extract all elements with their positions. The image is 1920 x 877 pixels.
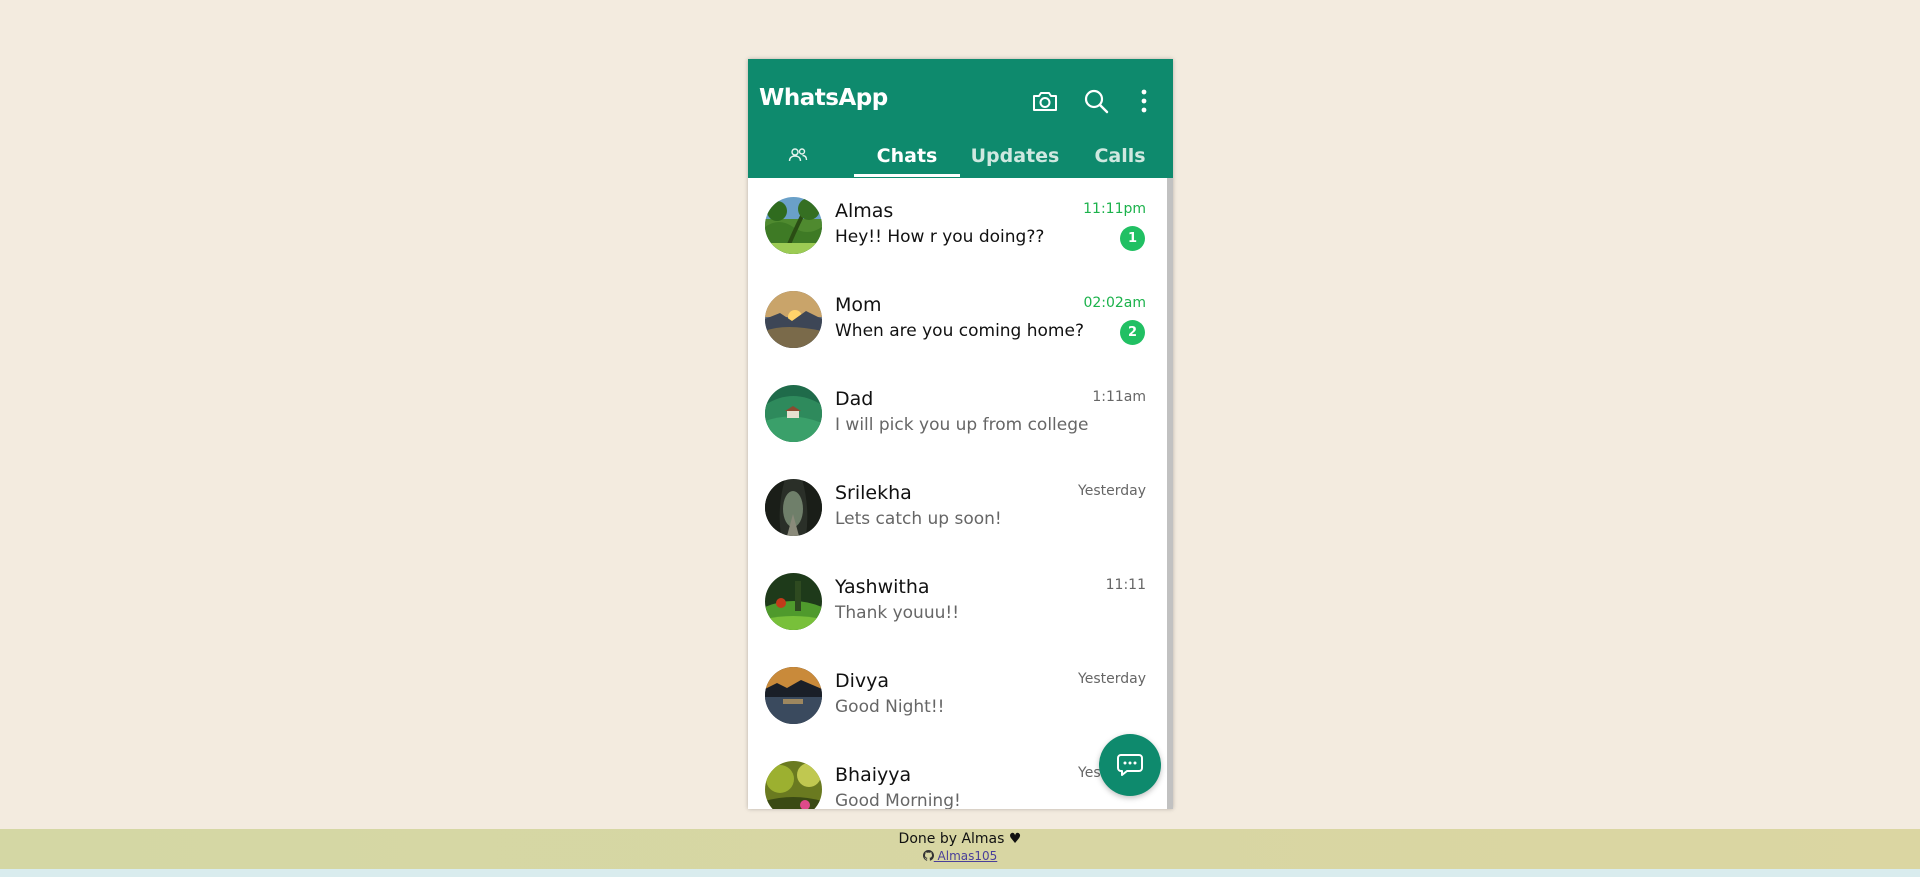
camera-icon[interactable] — [1029, 85, 1061, 117]
chat-time: 02:02am — [1083, 295, 1146, 311]
avatar — [765, 573, 822, 630]
chat-time: Yesterday — [1078, 671, 1146, 687]
chat-name: Mom — [835, 294, 882, 316]
unread-count-badge: 1 — [1120, 226, 1145, 251]
chat-last-message: Good Morning! — [835, 791, 961, 809]
chat-time: Yesterday — [1078, 483, 1146, 499]
chat-time: 11:11 — [1105, 577, 1146, 593]
chat-name: Almas — [835, 200, 894, 222]
tab-calls[interactable]: Calls — [1070, 145, 1170, 178]
footer-link-row: Almas105 — [0, 849, 1920, 863]
chat-time: 1:11am — [1092, 389, 1146, 405]
tab-community[interactable] — [778, 147, 818, 180]
tab-bar: Chats Updates Calls — [748, 145, 1173, 178]
more-vertical-icon[interactable] — [1128, 85, 1160, 117]
search-icon[interactable] — [1080, 85, 1112, 117]
chat-last-message: Thank youuu!! — [835, 603, 960, 623]
chat-last-message: Lets catch up soon! — [835, 509, 1002, 529]
chat-last-message: Good Night!! — [835, 697, 945, 717]
chat-list[interactable]: Almas Hey!! How r you doing?? 11:11pm 1 … — [748, 178, 1173, 809]
avatar — [765, 761, 822, 809]
app-header: WhatsApp Chats Updates Calls — [748, 59, 1173, 178]
avatar — [765, 197, 822, 254]
chat-row-dad[interactable]: Dad I will pick you up from college 1:11… — [748, 366, 1167, 460]
avatar — [765, 291, 822, 348]
chat-last-message: Hey!! How r you doing?? — [835, 227, 1045, 247]
footer-credit: Done by Almas ♥ — [898, 831, 1022, 847]
avatar — [765, 667, 822, 724]
chat-row-divya[interactable]: Divya Good Night!! Yesterday — [748, 648, 1167, 742]
chat-row-mom[interactable]: Mom When are you coming home? 02:02am 2 — [748, 272, 1167, 366]
chat-row-yashwitha[interactable]: Yashwitha Thank youuu!! 11:11 — [748, 554, 1167, 648]
chat-row-srilekha[interactable]: Srilekha Lets catch up soon! Yesterday — [748, 460, 1167, 554]
github-icon — [922, 850, 934, 861]
tab-updates[interactable]: Updates — [962, 145, 1068, 178]
page-footer: Done by Almas ♥ Almas105 — [0, 829, 1920, 869]
new-chat-icon — [1117, 754, 1143, 776]
chat-last-message: When are you coming home? — [835, 321, 1084, 341]
chat-name: Srilekha — [835, 482, 912, 504]
chat-name: Dad — [835, 388, 874, 410]
chat-name: Bhaiyya — [835, 764, 912, 786]
whatsapp-phone-frame: WhatsApp Chats Updates Calls Almas Hey!!… — [748, 59, 1173, 809]
page: WhatsApp Chats Updates Calls Almas Hey!!… — [0, 0, 1920, 877]
chat-name: Divya — [835, 670, 890, 692]
unread-count-badge: 2 — [1120, 320, 1145, 345]
new-chat-button[interactable] — [1099, 734, 1161, 796]
chat-name: Yashwitha — [835, 576, 930, 598]
github-profile-link[interactable]: Almas105 — [934, 849, 998, 863]
active-tab-indicator — [854, 174, 960, 177]
avatar — [765, 385, 822, 442]
avatar — [765, 479, 822, 536]
community-icon — [788, 148, 808, 162]
chat-list-scrollbar[interactable] — [1167, 178, 1173, 809]
browser-bottom-strip — [0, 869, 1920, 877]
chat-row-almas[interactable]: Almas Hey!! How r you doing?? 11:11pm 1 — [748, 178, 1167, 272]
chat-last-message: I will pick you up from college — [835, 415, 1089, 435]
chat-time: 11:11pm — [1083, 201, 1146, 217]
app-title: WhatsApp — [759, 85, 888, 111]
